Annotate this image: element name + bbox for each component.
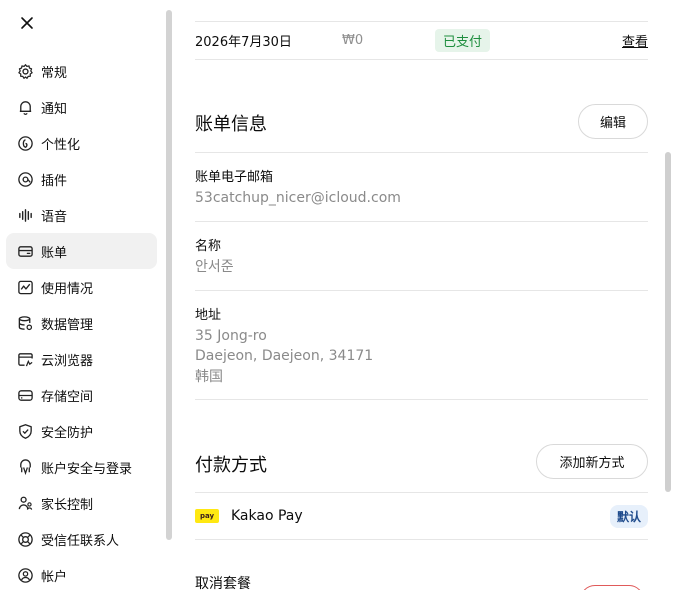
add-payment-method-button[interactable]: 添加新方式 bbox=[536, 444, 648, 479]
sidebar-item-cloud-browser[interactable]: 云浏览器 bbox=[6, 341, 157, 377]
payment-method-row: pay Kakao Pay 默认 bbox=[195, 494, 648, 538]
sidebar-item-billing[interactable]: 账单 bbox=[6, 233, 157, 269]
invoice-table-header-edge bbox=[195, 0, 648, 22]
cancel-plan-button[interactable] bbox=[580, 585, 644, 590]
sidebar-item-label: 存储空间 bbox=[41, 389, 94, 405]
billing-info-title: 账单信息 bbox=[195, 114, 267, 135]
name-value: 안서준 bbox=[195, 259, 234, 275]
invoice-amount: ₩0 bbox=[342, 33, 364, 48]
sidebar-item-security[interactable]: 安全防护 bbox=[6, 413, 157, 449]
sidebar-item-label: 云浏览器 bbox=[41, 353, 94, 369]
billing-email-value: 53catchup_nicer@icloud.com bbox=[195, 190, 401, 206]
lifebuoy-icon bbox=[16, 530, 34, 548]
sidebar-item-voice[interactable]: 语音 bbox=[6, 197, 157, 233]
sidebar-item-account-security[interactable]: 账户安全与登录 bbox=[6, 449, 157, 485]
sidebar-scrollbar[interactable] bbox=[166, 10, 172, 540]
address-label: 地址 bbox=[195, 308, 222, 323]
sidebar-item-parental-controls[interactable]: 家长控制 bbox=[6, 485, 157, 521]
settings-sidebar: 常规 通知 个性化 插件 语音 账单 使用情况 数据管理 云浏览器 存储空间 安… bbox=[0, 0, 172, 590]
storage-icon bbox=[16, 386, 34, 404]
cancel-plan-title: 取消套餐 bbox=[195, 576, 251, 590]
sidebar-item-label: 插件 bbox=[41, 173, 68, 189]
sidebar-item-label: 数据管理 bbox=[41, 317, 94, 333]
sidebar-item-general[interactable]: 常规 bbox=[6, 53, 157, 89]
database-icon bbox=[16, 314, 34, 332]
activity-icon bbox=[16, 278, 34, 296]
divider bbox=[195, 492, 648, 493]
payment-method-title: 付款方式 bbox=[195, 455, 267, 476]
edit-billing-button[interactable]: 编辑 bbox=[578, 104, 648, 139]
waveform-icon bbox=[16, 206, 34, 224]
cloud-browser-icon bbox=[16, 350, 34, 368]
divider bbox=[195, 539, 648, 540]
sidebar-item-label: 通知 bbox=[41, 101, 68, 117]
plugin-icon bbox=[16, 170, 34, 188]
address-line-2: Daejeon, Daejeon, 34171 bbox=[195, 348, 374, 364]
divider bbox=[195, 152, 648, 153]
sidebar-item-account[interactable]: 帐户 bbox=[6, 557, 157, 590]
settings-window: 常规 通知 个性化 插件 语音 账单 使用情况 数据管理 云浏览器 存储空间 安… bbox=[0, 0, 673, 590]
personalize-icon bbox=[16, 134, 34, 152]
parent-icon bbox=[16, 494, 34, 512]
billing-email-label: 账单电子邮箱 bbox=[195, 170, 274, 185]
shield-icon bbox=[16, 422, 34, 440]
payment-method-name: Kakao Pay bbox=[231, 508, 303, 524]
status-badge: 已支付 bbox=[435, 29, 491, 52]
address-line-1: 35 Jong-ro bbox=[195, 328, 267, 344]
sidebar-item-label: 语音 bbox=[41, 209, 68, 225]
close-icon bbox=[21, 17, 33, 29]
card-icon bbox=[16, 242, 34, 260]
sidebar-item-label: 账单 bbox=[41, 245, 68, 261]
sidebar-item-trusted-contacts[interactable]: 受信任联系人 bbox=[6, 521, 157, 557]
user-icon bbox=[16, 566, 34, 584]
sidebar-item-data-controls[interactable]: 数据管理 bbox=[6, 305, 157, 341]
divider bbox=[195, 290, 648, 291]
sidebar-item-notifications[interactable]: 通知 bbox=[6, 89, 157, 125]
sidebar-item-personalization[interactable]: 个性化 bbox=[6, 125, 157, 161]
sidebar-item-storage[interactable]: 存储空间 bbox=[6, 377, 157, 413]
sidebar-item-label: 帐户 bbox=[41, 569, 68, 585]
sidebar-item-label: 个性化 bbox=[41, 137, 81, 153]
divider bbox=[195, 399, 648, 400]
divider bbox=[195, 221, 648, 222]
name-label: 名称 bbox=[195, 239, 222, 254]
invoice-date: 2026年7月30日 bbox=[195, 35, 292, 50]
address-line-3: 韩国 bbox=[195, 369, 223, 385]
lock-account-icon bbox=[16, 458, 34, 476]
default-badge: 默认 bbox=[609, 504, 648, 528]
settings-nav: 常规 通知 个性化 插件 语音 账单 使用情况 数据管理 云浏览器 存储空间 安… bbox=[6, 53, 157, 590]
kakao-pay-logo: pay bbox=[195, 509, 219, 523]
close-button[interactable] bbox=[14, 10, 40, 36]
main-scrollbar[interactable] bbox=[665, 152, 671, 492]
invoice-row: 2026年7月30日 ₩0 已支付 查看 bbox=[195, 22, 648, 60]
sidebar-item-plugins[interactable]: 插件 bbox=[6, 161, 157, 197]
view-invoice-link[interactable]: 查看 bbox=[622, 31, 648, 50]
sidebar-item-label: 常规 bbox=[41, 65, 68, 81]
sidebar-item-usage[interactable]: 使用情况 bbox=[6, 269, 157, 305]
gear-icon bbox=[16, 62, 34, 80]
billing-panel: 2026年7月30日 ₩0 已支付 查看 账单信息 编辑 账单电子邮箱 53ca… bbox=[195, 0, 648, 590]
sidebar-item-label: 家长控制 bbox=[41, 497, 94, 513]
sidebar-item-label: 使用情况 bbox=[41, 281, 94, 297]
bell-icon bbox=[16, 98, 34, 116]
sidebar-item-label: 账户安全与登录 bbox=[41, 461, 133, 477]
sidebar-item-label: 受信任联系人 bbox=[41, 533, 120, 549]
sidebar-item-label: 安全防护 bbox=[41, 425, 94, 441]
